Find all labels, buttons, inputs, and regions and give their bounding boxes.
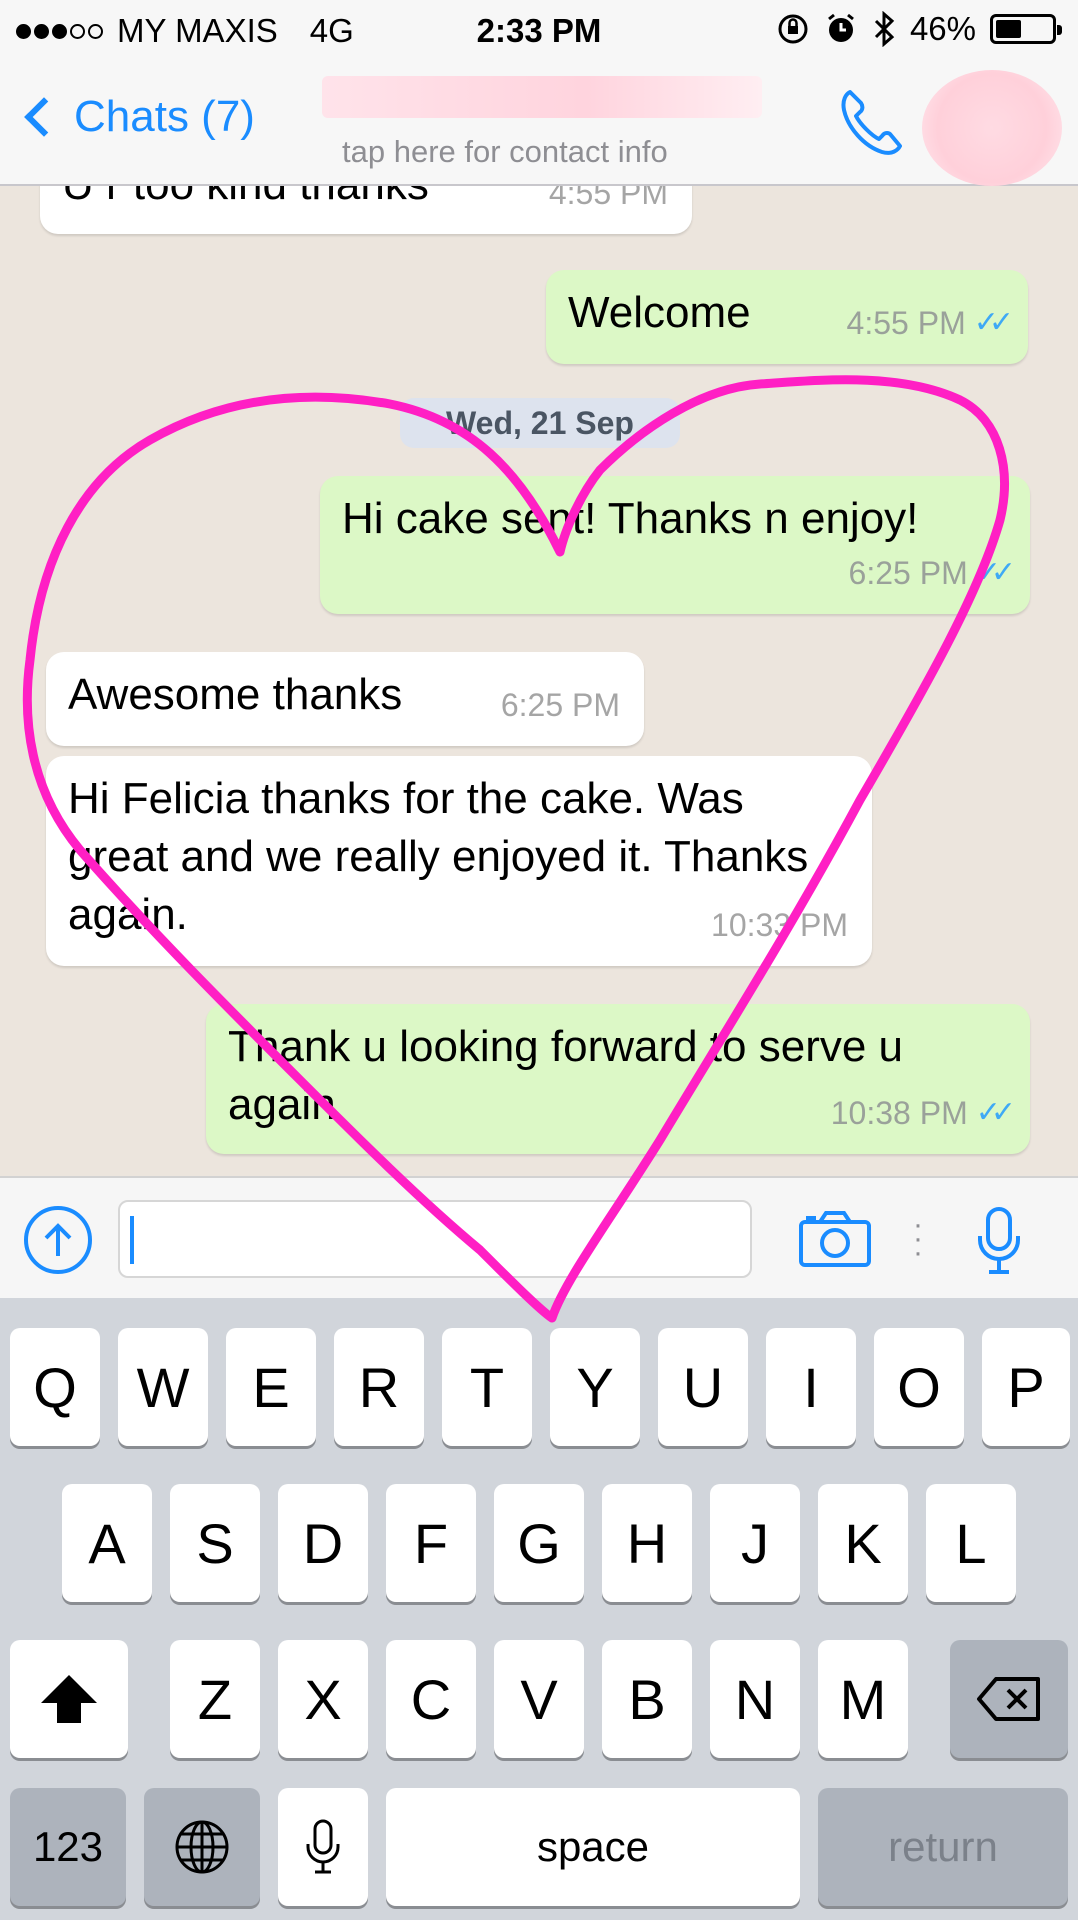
back-button[interactable]: Chats (7) <box>20 92 255 142</box>
message-meta: 6:25 PM ✓✓ <box>848 544 1017 602</box>
read-ticks-icon: ✓✓ <box>973 306 1014 339</box>
key-i[interactable]: I <box>766 1328 856 1446</box>
key-n[interactable]: N <box>710 1640 800 1758</box>
return-key[interactable]: return <box>818 1788 1068 1906</box>
key-z[interactable]: Z <box>170 1640 260 1758</box>
alarm-icon <box>828 13 854 42</box>
bluetooth-icon <box>874 11 895 47</box>
key-k[interactable]: K <box>818 1484 908 1602</box>
numbers-key[interactable]: 123 <box>10 1788 126 1906</box>
key-v[interactable]: V <box>494 1640 584 1758</box>
key-a[interactable]: A <box>62 1484 152 1602</box>
orientation-lock-icon <box>778 14 808 44</box>
phone-icon[interactable] <box>836 84 906 160</box>
key-q[interactable]: Q <box>10 1328 100 1446</box>
space-key[interactable]: space <box>386 1788 800 1906</box>
message-bubble-outgoing[interactable]: Thank u looking forward to serve u again… <box>206 1004 1030 1154</box>
key-p[interactable]: P <box>982 1328 1070 1446</box>
share-up-icon <box>44 1223 72 1256</box>
key-h[interactable]: H <box>602 1484 692 1602</box>
message-text: U r too kind thanks <box>62 186 429 209</box>
message-text: Welcome <box>568 288 751 337</box>
date-separator: Wed, 21 Sep <box>400 398 680 448</box>
read-ticks-icon: ✓✓ <box>975 556 1016 589</box>
shift-arrow-icon <box>41 1675 97 1723</box>
key-y[interactable]: Y <box>550 1328 640 1446</box>
message-bubble-incoming[interactable]: Hi Felicia thanks for the cake. Was grea… <box>46 756 872 966</box>
status-right: 46% <box>776 10 1062 48</box>
key-o[interactable]: O <box>874 1328 964 1446</box>
contact-name-redacted[interactable] <box>322 76 762 118</box>
key-m[interactable]: M <box>818 1640 908 1758</box>
message-bubble-incoming[interactable]: Awesome thanks 6:25 PM <box>46 652 644 746</box>
key-b[interactable]: B <box>602 1640 692 1758</box>
text-cursor <box>130 1216 134 1264</box>
battery-icon <box>990 14 1062 44</box>
dictation-key[interactable] <box>278 1788 368 1906</box>
key-e[interactable]: E <box>226 1328 316 1446</box>
message-meta: 10:38 PM ✓✓ <box>830 1084 1016 1142</box>
key-j[interactable]: J <box>710 1484 800 1602</box>
chevron-left-icon <box>24 97 64 137</box>
contact-avatar[interactable] <box>922 70 1062 186</box>
key-f[interactable]: F <box>386 1484 476 1602</box>
key-g[interactable]: G <box>494 1484 584 1602</box>
status-bar: MY MAXIS 4G 2:33 PM 46% <box>0 0 1078 62</box>
key-r[interactable]: R <box>334 1328 424 1446</box>
camera-icon[interactable] <box>798 1210 872 1268</box>
key-d[interactable]: D <box>278 1484 368 1602</box>
backspace-key[interactable] <box>950 1640 1068 1758</box>
message-text: Awesome thanks <box>68 670 403 719</box>
key-x[interactable]: X <box>278 1640 368 1758</box>
message-bubble-incoming[interactable]: U r too kind thanks 4:55 PM <box>40 186 692 234</box>
message-list[interactable]: U r too kind thanks 4:55 PM Welcome 4:55… <box>0 186 1078 1186</box>
microphone-icon <box>306 1819 340 1874</box>
message-time: 6:25 PM <box>500 687 620 723</box>
read-ticks-icon: ✓✓ <box>975 1096 1016 1129</box>
message-meta: 4:55 PM <box>549 186 668 222</box>
backspace-icon <box>977 1677 1040 1721</box>
key-s[interactable]: S <box>170 1484 260 1602</box>
message-input[interactable] <box>118 1200 752 1278</box>
message-meta: 4:55 PM ✓✓ <box>846 294 1015 352</box>
message-composer: · · · <box>0 1176 1078 1298</box>
message-time: 4:55 PM <box>846 305 966 341</box>
keyboard: Q W E R T Y U I O P A S D F G H J K L Z … <box>0 1298 1078 1920</box>
shift-key[interactable] <box>10 1640 128 1758</box>
message-text: Hi Felicia thanks for the cake. Was grea… <box>68 774 809 939</box>
message-time: 6:25 PM <box>848 555 968 591</box>
message-meta: 10:33 PM <box>711 896 848 954</box>
message-bubble-outgoing[interactable]: Welcome 4:55 PM ✓✓ <box>546 270 1028 364</box>
back-label: Chats (7) <box>74 92 255 141</box>
globe-icon <box>175 1820 229 1874</box>
key-w[interactable]: W <box>118 1328 208 1446</box>
message-bubble-outgoing[interactable]: Hi cake sent! Thanks n enjoy! 6:25 PM ✓✓ <box>320 476 1030 614</box>
microphone-icon[interactable] <box>974 1206 1024 1276</box>
separator-dots: · · · <box>913 1208 923 1269</box>
key-u[interactable]: U <box>658 1328 748 1446</box>
key-l[interactable]: L <box>926 1484 1016 1602</box>
message-text: Thank u looking forward to serve u again <box>228 1022 904 1129</box>
key-t[interactable]: T <box>442 1328 532 1446</box>
message-time: 10:33 PM <box>711 907 848 943</box>
contact-info-hint[interactable]: tap here for contact info <box>342 134 668 170</box>
globe-key[interactable] <box>144 1788 260 1906</box>
key-c[interactable]: C <box>386 1640 476 1758</box>
message-text: Hi cake sent! Thanks n enjoy! <box>342 494 919 543</box>
share-button[interactable] <box>24 1206 92 1274</box>
message-meta: 6:25 PM <box>501 676 620 734</box>
battery-percent: 46% <box>909 10 976 47</box>
chat-header: Chats (7) tap here for contact info <box>0 62 1078 186</box>
message-time: 10:38 PM <box>830 1095 968 1131</box>
message-time: 4:55 PM <box>548 186 668 211</box>
